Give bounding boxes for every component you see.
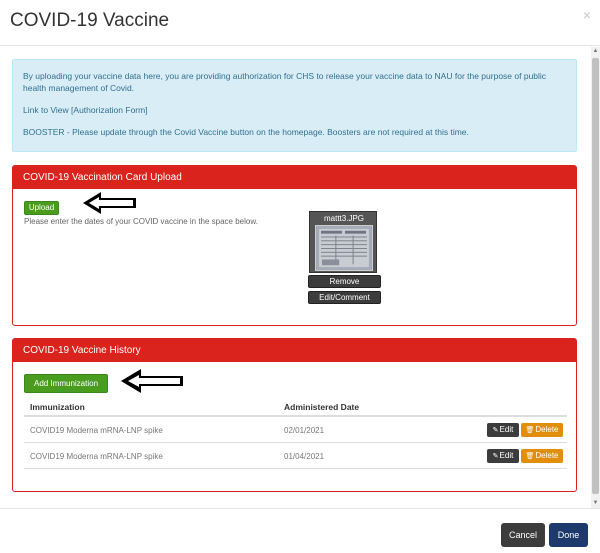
modal-body: By uploading your vaccine data here, you… — [0, 47, 591, 508]
delete-row-button[interactable]: 🗑Delete — [521, 449, 563, 463]
authorization-info-box: By uploading your vaccine data here, you… — [12, 59, 577, 152]
cancel-button[interactable]: Cancel — [501, 523, 545, 547]
immunization-table: Immunization Administered Date COVID19 M… — [24, 399, 567, 469]
pencil-icon: ✎ — [492, 427, 499, 434]
scroll-up-arrow-icon[interactable]: ▲ — [591, 47, 600, 56]
authorization-form-link[interactable]: Link to View [Authorization Form] — [23, 104, 566, 116]
delete-label: Delete — [535, 425, 559, 434]
edit-row-button[interactable]: ✎Edit — [487, 449, 519, 463]
administered-date: 01/04/2021 — [284, 452, 325, 461]
edit-label: Edit — [499, 425, 514, 434]
remove-file-button[interactable]: Remove — [308, 275, 381, 288]
edit-label: Edit — [499, 451, 514, 460]
vaccination-card-upload-panel: COVID-19 Vaccination Card Upload Upload … — [12, 165, 577, 326]
table-header: Immunization Administered Date — [24, 399, 567, 417]
administered-date: 02/01/2021 — [284, 426, 325, 435]
add-immunization-button[interactable]: Add Immunization — [24, 374, 108, 393]
left-arrow-icon — [83, 192, 136, 214]
modal-header: COVID-19 Vaccine × — [0, 0, 600, 46]
uploaded-file-thumbnail[interactable]: mattt3.JPG — [309, 211, 377, 273]
modal-title: COVID-19 Vaccine — [10, 10, 170, 31]
uploaded-file-name: mattt3.JPG — [323, 214, 364, 223]
close-icon[interactable]: × — [583, 8, 591, 22]
delete-label: Delete — [535, 451, 559, 460]
upload-button[interactable]: Upload — [24, 201, 59, 215]
authorization-text: By uploading your vaccine data here, you… — [23, 71, 547, 93]
pencil-icon: ✎ — [492, 453, 499, 460]
vaccine-history-panel: COVID-19 Vaccine History Add Immunizatio… — [12, 338, 577, 492]
trash-icon: 🗑 — [525, 427, 535, 434]
immunization-name: COVID19 Moderna mRNA-LNP spike — [30, 452, 163, 461]
delete-row-button[interactable]: 🗑Delete — [521, 423, 563, 437]
trash-icon: 🗑 — [525, 453, 535, 460]
immunization-name: COVID19 Moderna mRNA-LNP spike — [30, 426, 163, 435]
scroll-down-arrow-icon[interactable]: ▼ — [591, 499, 600, 508]
upload-panel-title: COVID-19 Vaccination Card Upload — [13, 166, 576, 189]
scrollbar-thumb[interactable] — [592, 58, 599, 494]
table-row: COVID19 Moderna mRNA-LNP spike 01/04/202… — [24, 443, 567, 469]
history-panel-title: COVID-19 Vaccine History — [13, 339, 576, 362]
edit-row-button[interactable]: ✎Edit — [487, 423, 519, 437]
vaccination-card-image — [315, 225, 373, 271]
modal-footer: Cancel Done — [0, 508, 600, 553]
left-arrow-icon — [121, 369, 183, 393]
booster-note: BOOSTER - Please update through the Covi… — [23, 127, 469, 137]
modal-scrollbar[interactable]: ▲ ▼ — [591, 47, 600, 508]
table-row: COVID19 Moderna mRNA-LNP spike 02/01/202… — [24, 417, 567, 443]
edit-comment-button[interactable]: Edit/Comment — [308, 291, 381, 304]
upload-hint-text: Please enter the dates of your COVID vac… — [24, 217, 258, 226]
column-header-administered-date: Administered Date — [284, 402, 360, 412]
column-header-immunization: Immunization — [30, 402, 85, 412]
done-button[interactable]: Done — [549, 523, 588, 547]
covid-vaccine-modal: COVID-19 Vaccine × By uploading your vac… — [0, 0, 600, 553]
